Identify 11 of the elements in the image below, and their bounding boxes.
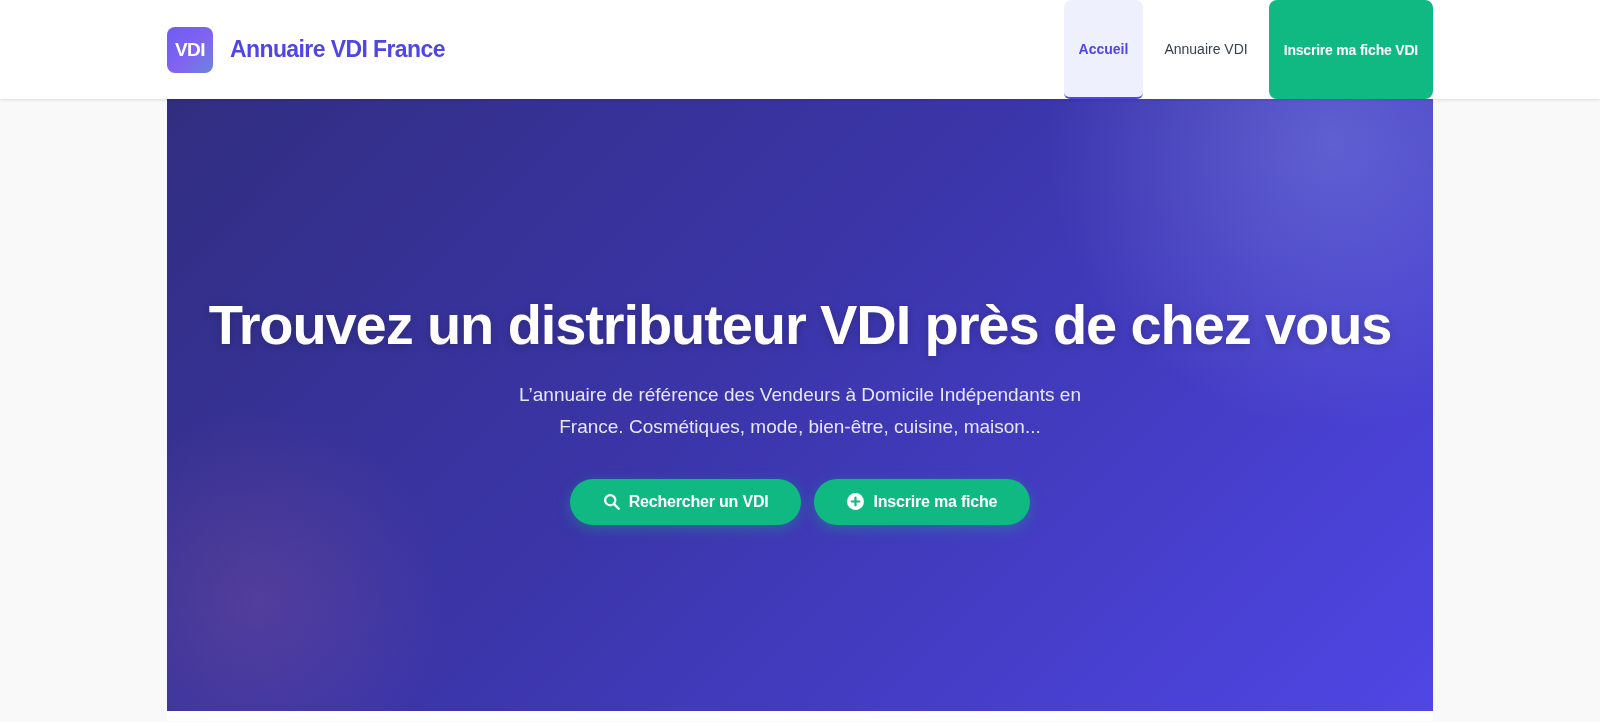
hero-heading: Trouvez un distributeur VDI près de chez vous	[208, 291, 1392, 357]
logo-badge[interactable]: VDI	[167, 26, 213, 73]
register-button[interactable]: Inscrire ma fiche VDI	[1268, 0, 1433, 99]
search-button[interactable]: Rechercher un VDI	[569, 478, 802, 525]
register-button[interactable]: Inscrire ma fiche	[814, 478, 1031, 525]
site-title-link[interactable]: Annuaire VDI France	[230, 36, 445, 63]
plus-circle-icon	[847, 493, 865, 510]
nav-link[interactable]: Accueil	[1063, 0, 1144, 99]
nav-link[interactable]: Annuaire VDI	[1149, 0, 1263, 99]
search-icon	[602, 493, 620, 510]
hero-subtitle: L’annuaire de référence des Vendeurs à Domicile Indépendants en France. Cosmétiques, mode, bien-être, cuisine, maison...	[518, 382, 1082, 439]
